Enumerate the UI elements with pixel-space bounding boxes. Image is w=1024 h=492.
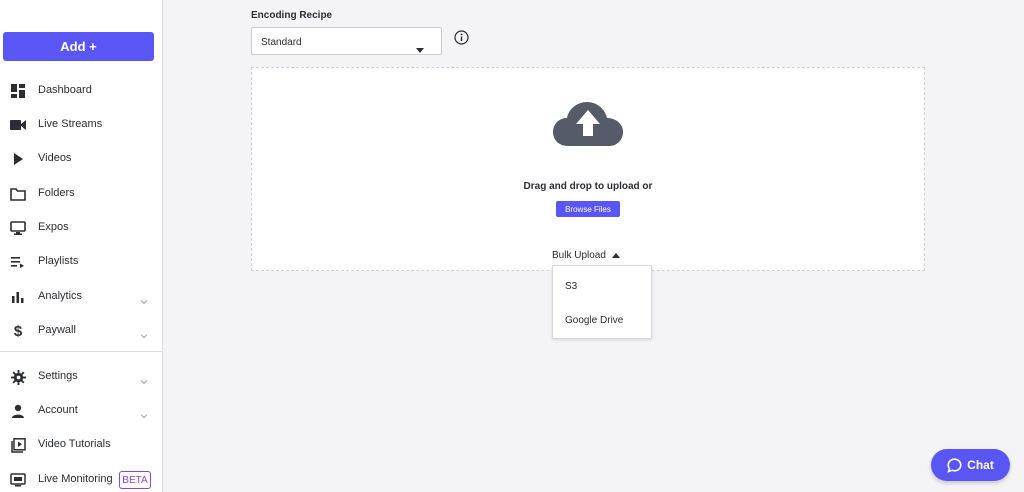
gear-icon — [10, 369, 26, 385]
drag-drop-text: Drag and drop to upload or — [523, 181, 653, 192]
sidebar-item-settings[interactable]: Settings — [0, 362, 162, 392]
playlist-icon — [10, 254, 26, 270]
sidebar-item-label: Playlists — [38, 255, 79, 267]
person-icon — [10, 403, 26, 419]
chevron-down-icon[interactable] — [140, 292, 148, 305]
cloud-upload-icon — [552, 100, 624, 148]
encoding-recipe-value: Standard — [261, 37, 302, 48]
sidebar-item-account[interactable]: Account — [0, 396, 162, 426]
sidebar-item-label: Expos — [38, 221, 69, 233]
sidebar-item-label: Dashboard — [38, 84, 92, 96]
chat-bubble-icon — [947, 457, 962, 473]
play-icon — [10, 151, 26, 167]
sidebar-item-label: Paywall — [38, 324, 76, 336]
sidebar-item-label: Video Tutorials — [38, 438, 111, 450]
encoding-recipe-select[interactable]: Standard — [251, 27, 442, 55]
upload-dropzone[interactable] — [251, 67, 925, 271]
sidebar-item-label: Account — [38, 404, 78, 416]
encoding-recipe-label: Encoding Recipe — [251, 10, 333, 21]
menu-item-s3[interactable]: S3 — [553, 271, 651, 301]
caret-up-icon — [611, 250, 620, 261]
svg-text:$: $ — [14, 323, 23, 339]
beta-badge: BETA — [119, 471, 151, 489]
sidebar-item-folders[interactable]: Folders — [0, 179, 162, 209]
add-button[interactable]: Add + — [3, 32, 154, 61]
bulk-upload-menu: S3 Google Drive — [552, 265, 652, 339]
sidebar-divider — [0, 351, 162, 352]
chevron-down-icon[interactable] — [140, 372, 148, 385]
chevron-down-icon[interactable] — [140, 406, 148, 419]
monitor-icon — [10, 220, 26, 236]
bulk-upload-toggle[interactable]: Bulk Upload — [552, 250, 620, 261]
sidebar-item-label: Videos — [38, 152, 72, 164]
sidebar: Add + Dashboard Live Streams Videos Fold… — [0, 0, 163, 492]
dashboard-icon — [10, 83, 26, 99]
sidebar-item-live-streams[interactable]: Live Streams — [0, 110, 162, 140]
info-icon[interactable] — [454, 30, 469, 45]
monitoring-icon — [10, 472, 26, 488]
chat-label: Chat — [967, 458, 994, 472]
sidebar-item-label: Folders — [38, 187, 75, 199]
sidebar-item-paywall[interactable]: $ Paywall — [0, 316, 162, 346]
sidebar-item-dashboard[interactable]: Dashboard — [0, 76, 162, 106]
sidebar-item-expos[interactable]: Expos — [0, 213, 162, 243]
tutorial-icon — [10, 437, 26, 453]
folder-icon — [10, 186, 26, 202]
sidebar-item-videos[interactable]: Videos — [0, 144, 162, 174]
browse-files-button[interactable]: Browse Files — [556, 201, 620, 217]
sidebar-item-playlists[interactable]: Playlists — [0, 247, 162, 277]
caret-down-icon — [416, 40, 424, 58]
chat-button[interactable]: Chat — [931, 449, 1010, 481]
menu-item-google-drive[interactable]: Google Drive — [553, 305, 651, 335]
sidebar-item-label: Analytics — [38, 290, 83, 302]
sidebar-item-label: Settings — [38, 370, 78, 382]
sidebar-item-analytics[interactable]: Analytics — [0, 282, 162, 312]
dollar-icon: $ — [10, 323, 26, 339]
camera-icon — [10, 117, 26, 133]
sidebar-item-label: Live Streams — [38, 118, 103, 130]
bulk-upload-label: Bulk Upload — [552, 250, 606, 261]
sidebar-item-video-tutorials[interactable]: Video Tutorials — [0, 430, 162, 460]
chevron-down-icon[interactable] — [140, 326, 148, 339]
bar-chart-icon — [10, 289, 26, 305]
sidebar-item-label: Live Monitoring — [38, 473, 113, 485]
